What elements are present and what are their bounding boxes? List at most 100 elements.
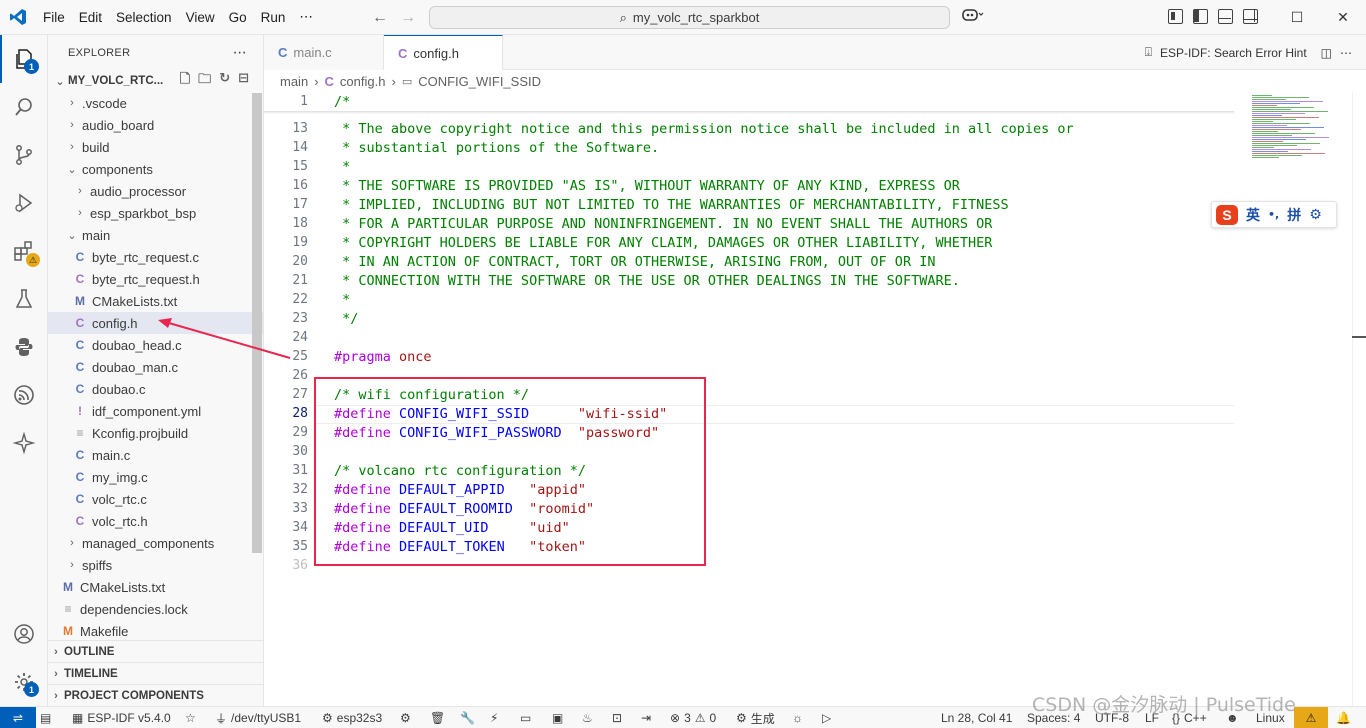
forward-arrow-icon[interactable]: →	[400, 9, 416, 27]
editor-scrollbar[interactable]	[1352, 92, 1366, 706]
python-icon[interactable]	[0, 323, 48, 371]
project-components-section[interactable]: › PROJECT COMPONENTS	[48, 684, 263, 706]
debug-bug-icon[interactable]: ☼	[792, 707, 803, 728]
sparkle-icon[interactable]	[0, 419, 48, 467]
tree-file[interactable]: Cvolc_rtc.h	[48, 510, 263, 532]
run-play-icon[interactable]: ▷	[822, 707, 831, 728]
esp-idf-icon[interactable]	[0, 371, 48, 419]
code-line[interactable]: 20 * IN AN ACTION OF CONTRACT, TORT OR O…	[264, 252, 1234, 271]
code-line[interactable]: 25 #pragma once	[264, 347, 1234, 366]
tree-file[interactable]: Cmy_img.c	[48, 466, 263, 488]
remote-indicator-icon[interactable]: ⇌	[0, 706, 36, 728]
toggle-primary-sidebar-icon[interactable]	[1193, 9, 1208, 24]
tree-file[interactable]: ! idf_component.yml	[48, 400, 263, 422]
split-editor-icon[interactable]: ◫	[1321, 46, 1332, 60]
tree-file[interactable]: Cbyte_rtc_request.h	[48, 268, 263, 290]
code-line[interactable]: 17 * IMPLIED, INCLUDING BUT NOT LIMITED …	[264, 195, 1234, 214]
tab-main-c[interactable]: C main.c	[264, 35, 384, 70]
code-line[interactable]: 24	[264, 328, 1234, 347]
tree-file[interactable]: M CMakeLists.txt	[48, 576, 263, 598]
back-arrow-icon[interactable]: ←	[372, 9, 388, 27]
new-file-icon[interactable]: 🗋	[180, 70, 190, 92]
code-line[interactable]: 14 * substantial portions of the Softwar…	[264, 138, 1234, 157]
code-line[interactable]: 22 *	[264, 290, 1234, 309]
star-icon[interactable]: ☆	[185, 707, 196, 728]
ime-punctuation-toggle[interactable]: •,	[1268, 208, 1279, 221]
close-window-button[interactable]: ✕	[1320, 0, 1366, 35]
tree-file[interactable]: Cvolc_rtc.c	[48, 488, 263, 510]
tree-folder[interactable]: ⌄ components	[48, 158, 263, 180]
workspace-root[interactable]: ⌄ MY_VOLC_RTC... 🗋 🗀 ↻ ⊟	[48, 70, 263, 92]
code-line[interactable]: 13 * The above copyright notice and this…	[264, 119, 1234, 138]
code-line[interactable]: 18 * FOR A PARTICULAR PURPOSE AND NONINF…	[264, 214, 1234, 233]
workspace-icon[interactable]: ▤	[40, 707, 51, 728]
menu-item[interactable]: ⋯	[292, 9, 320, 25]
menu-item[interactable]: View	[179, 10, 222, 25]
code-line[interactable]: 15 *	[264, 157, 1234, 176]
flash-icon[interactable]: ⚡	[490, 707, 498, 728]
monitor-icon[interactable]: ▭	[520, 707, 531, 728]
ime-pinyin-toggle[interactable]: 拼	[1287, 205, 1301, 225]
terminal-icon[interactable]: ⊡	[612, 707, 622, 728]
minimap[interactable]	[1242, 92, 1352, 172]
target-device[interactable]: ⚙ esp32s3	[322, 707, 382, 728]
extensions-icon[interactable]: ⚠	[0, 227, 48, 275]
breadcrumb-folder[interactable]: main	[280, 74, 308, 89]
timeline-section[interactable]: › TIMELINE	[48, 662, 263, 684]
customize-layout-icon[interactable]	[1168, 9, 1183, 24]
ime-toolbar[interactable]: S 英 •, 拼 ⚙	[1211, 201, 1337, 228]
account-icon[interactable]	[0, 610, 48, 658]
menu-item[interactable]: File	[36, 10, 72, 25]
tree-file[interactable]: Cmain.c	[48, 444, 263, 466]
tree-folder[interactable]: › .vscode	[48, 92, 263, 114]
ime-language-toggle[interactable]: 英	[1246, 205, 1260, 225]
tree-folder[interactable]: › audio_board	[48, 114, 263, 136]
flame-icon[interactable]: ♨	[582, 707, 593, 728]
tree-folder[interactable]: › build	[48, 136, 263, 158]
ime-settings-gear-icon[interactable]: ⚙	[1309, 207, 1322, 223]
breadcrumb-symbol[interactable]: CONFIG_WIFI_SSID	[418, 74, 541, 89]
tree-file[interactable]: M Makefile	[48, 620, 263, 642]
new-folder-icon[interactable]: 🗀	[198, 70, 211, 92]
run-debug-icon[interactable]	[0, 179, 48, 227]
code-editor[interactable]: 1 /* 13 * The above copyright notice and…	[264, 92, 1366, 706]
copilot-icon[interactable]	[962, 8, 984, 25]
code-line[interactable]: 21 * CONNECTION WITH THE SOFTWARE OR THE…	[264, 271, 1234, 290]
more-actions-icon[interactable]: ⋯	[1340, 46, 1352, 60]
tree-folder[interactable]: › spiffs	[48, 554, 263, 576]
testing-icon[interactable]	[0, 275, 48, 323]
trash-icon[interactable]: 🗑	[430, 707, 445, 728]
collapse-all-icon[interactable]: ⊟	[238, 70, 249, 92]
build-flash-monitor-icon[interactable]: ▣	[552, 707, 563, 728]
tree-file[interactable]: Cbyte_rtc_request.c	[48, 246, 263, 268]
code-line[interactable]: 19 * COPYRIGHT HOLDERS BE LIABLE FOR ANY…	[264, 233, 1234, 252]
tree-folder[interactable]: › managed_components	[48, 532, 263, 554]
tree-folder[interactable]: ⌄ main	[48, 224, 263, 246]
wrench-icon[interactable]: 🔧	[460, 707, 475, 728]
minimize-button[interactable]: —	[1228, 0, 1274, 35]
more-actions-icon[interactable]: ⋯	[233, 44, 247, 61]
sticky-scroll-line[interactable]: 1 /*	[264, 92, 1234, 111]
tab-config-h[interactable]: C config.h	[384, 35, 503, 70]
outline-section[interactable]: › OUTLINE	[48, 640, 263, 662]
menu-item[interactable]: Edit	[72, 10, 109, 25]
tree-file[interactable]: ≡ Kconfig.projbuild	[48, 422, 263, 444]
command-center-search[interactable]: ⌕ my_volc_rtc_sparkbot	[429, 6, 950, 29]
error-hint-icon[interactable]: ⍗	[1145, 45, 1152, 60]
refresh-icon[interactable]: ↻	[219, 70, 230, 92]
code-line[interactable]: 23 */	[264, 309, 1234, 328]
serial-port[interactable]: ⏚/dev/ttyUSB1	[215, 707, 301, 728]
maximize-button[interactable]: ☐	[1274, 0, 1320, 35]
menu-item[interactable]: Go	[222, 10, 254, 25]
explorer-icon[interactable]: 1	[0, 35, 48, 83]
sdk-config-gear-icon[interactable]: ⚙	[400, 707, 411, 728]
search-icon[interactable]	[0, 83, 48, 131]
problems-indicator[interactable]: ⊗ 3 ⚠ 0	[670, 707, 716, 728]
error-hint-button[interactable]: ESP-IDF: Search Error Hint	[1160, 46, 1307, 60]
settings-gear-icon[interactable]: 1	[0, 658, 48, 706]
run-task-icon[interactable]: ⇥	[641, 707, 651, 728]
tree-folder[interactable]: › audio_processor	[48, 180, 263, 202]
code-line[interactable]: 16 * THE SOFTWARE IS PROVIDED "AS IS", W…	[264, 176, 1234, 195]
tree-file[interactable]: M CMakeLists.txt	[48, 290, 263, 312]
esp-idf-version[interactable]: ▦ ESP-IDF v5.4.0	[72, 707, 171, 728]
